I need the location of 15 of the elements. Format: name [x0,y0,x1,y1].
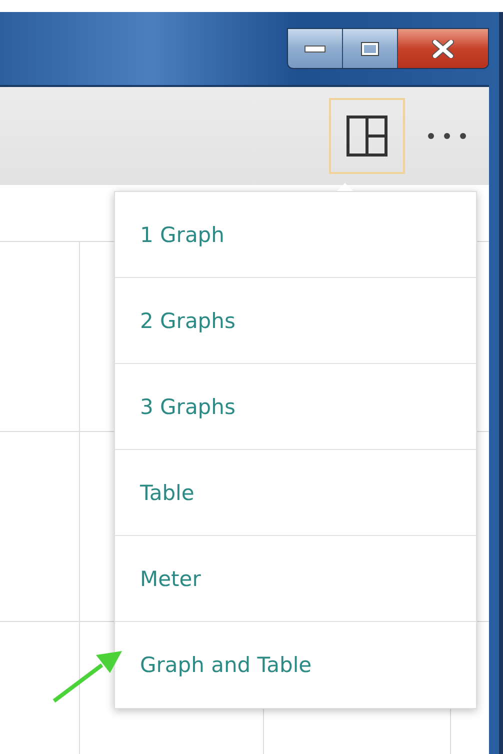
more-icon [427,132,467,140]
maximize-button[interactable] [343,29,398,68]
minimize-icon [304,44,326,52]
layout-icon [345,114,389,158]
menu-item[interactable]: 1 Graph [115,192,476,278]
maximize-icon [361,42,379,56]
close-button[interactable] [398,29,488,68]
menu-item[interactable]: Graph and Table [115,622,476,708]
layout-button[interactable] [329,98,405,174]
menu-item[interactable]: 3 Graphs [115,364,476,450]
minimize-button[interactable] [288,29,343,68]
close-icon [432,40,454,58]
menu-item[interactable]: 2 Graphs [115,278,476,364]
menu-item[interactable]: Meter [115,536,476,622]
menu-item[interactable]: Table [115,450,476,536]
